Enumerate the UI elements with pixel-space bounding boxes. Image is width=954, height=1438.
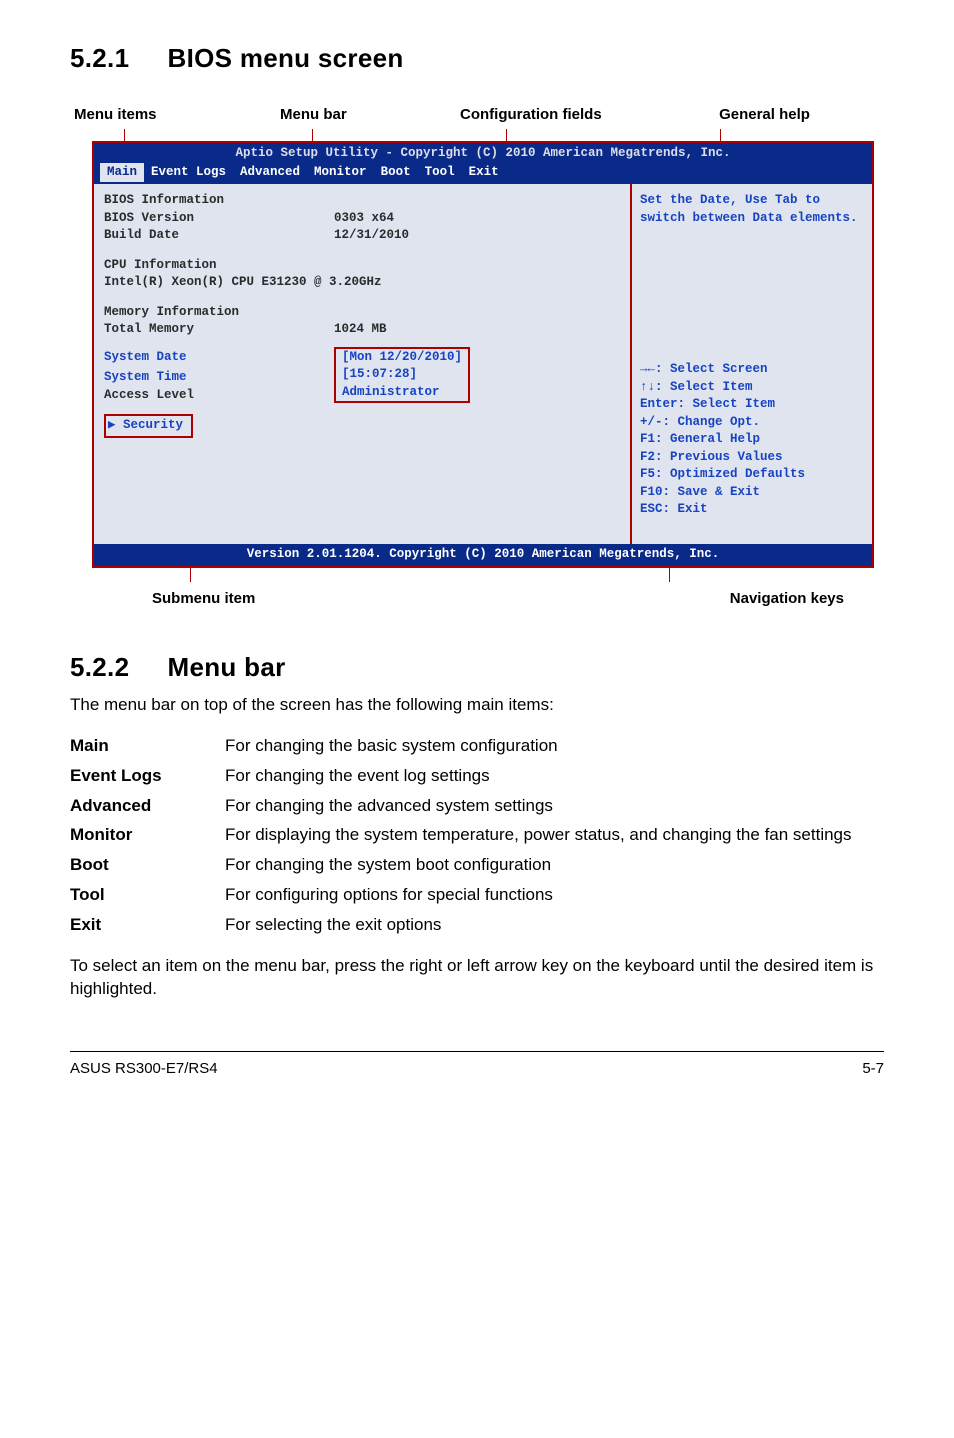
mb-key: Monitor (70, 820, 225, 850)
tab-event-logs[interactable]: Event Logs (144, 163, 233, 183)
tab-advanced[interactable]: Advanced (233, 163, 307, 183)
bios-left-pane: BIOS Information BIOS Version0303 x64 Bu… (94, 184, 632, 544)
nav-hint: F2: Previous Values (640, 449, 864, 467)
diagram-top-labels: Menu items Menu bar Configuration fields… (70, 104, 884, 125)
bios-diagram: Menu items Menu bar Configuration fields… (70, 104, 884, 609)
label-navigation-keys: Navigation keys (492, 588, 884, 609)
diagram-bottom-labels: Submenu item Navigation keys (92, 588, 884, 609)
bios-tabs: Main Event Logs Advanced Monitor Boot To… (100, 163, 866, 183)
table-row: ToolFor configuring options for special … (70, 880, 884, 910)
mb-key: Advanced (70, 791, 225, 821)
mb-val: For changing the advanced system setting… (225, 791, 884, 821)
bios-right-pane: Set the Date, Use Tab to switch between … (632, 184, 872, 544)
table-row: BootFor changing the system boot configu… (70, 850, 884, 880)
mb-val: For selecting the exit options (225, 910, 884, 940)
tab-main[interactable]: Main (100, 163, 144, 183)
callout-lines-bottom (92, 568, 884, 582)
tab-monitor[interactable]: Monitor (307, 163, 374, 183)
tab-exit[interactable]: Exit (462, 163, 506, 183)
menubar-intro: The menu bar on top of the screen has th… (70, 693, 884, 717)
mb-val: For configuring options for special func… (225, 880, 884, 910)
table-row: Event LogsFor changing the event log set… (70, 761, 884, 791)
system-time-val[interactable]: [15:07:28] (342, 367, 417, 381)
config-fields-box: [Mon 12/20/2010] [15:07:28] Administrato… (334, 347, 470, 404)
closing-paragraph: To select an item on the menu bar, press… (70, 954, 884, 1002)
mb-val: For changing the event log settings (225, 761, 884, 791)
mb-val: For displaying the system temperature, p… (225, 820, 884, 850)
mb-key: Boot (70, 850, 225, 880)
section-heading-521: 5.2.1 BIOS menu screen (70, 40, 884, 76)
bios-header: Aptio Setup Utility - Copyright (C) 2010… (94, 143, 872, 184)
mb-key: Main (70, 731, 225, 761)
section-title: BIOS menu screen (168, 43, 404, 73)
section-title: Menu bar (168, 652, 286, 682)
nav-hint: →←: Select Screen (640, 361, 864, 379)
label-config-fields: Configuration fields (460, 104, 645, 125)
nav-hint: F10: Save & Exit (640, 484, 864, 502)
mb-val: For changing the basic system configurat… (225, 731, 884, 761)
bios-version-key: BIOS Version (104, 210, 334, 228)
tab-tool[interactable]: Tool (418, 163, 462, 183)
menubar-table: MainFor changing the basic system config… (70, 731, 884, 940)
table-row: MonitorFor displaying the system tempera… (70, 820, 884, 850)
bios-window: Aptio Setup Utility - Copyright (C) 2010… (92, 141, 874, 568)
help-line-2: switch between Data elements. (640, 210, 864, 228)
nav-hint: ESC: Exit (640, 501, 864, 519)
total-memory-val: 1024 MB (334, 321, 387, 339)
section-heading-522: 5.2.2 Menu bar (70, 649, 884, 685)
system-time-key[interactable]: System Time (104, 369, 334, 387)
mb-key: Event Logs (70, 761, 225, 791)
bios-info-heading: BIOS Information (104, 192, 620, 210)
memory-info-heading: Memory Information (104, 304, 620, 322)
bios-body: BIOS Information BIOS Version0303 x64 Bu… (94, 184, 872, 544)
footer-right: 5-7 (862, 1058, 884, 1079)
table-row: ExitFor selecting the exit options (70, 910, 884, 940)
bios-utility-title: Aptio Setup Utility - Copyright (C) 2010… (100, 145, 866, 163)
section-number: 5.2.2 (70, 649, 160, 685)
label-menu-items: Menu items (70, 104, 280, 125)
system-date-val[interactable]: [Mon 12/20/2010] (342, 350, 462, 364)
table-row: AdvancedFor changing the advanced system… (70, 791, 884, 821)
section-number: 5.2.1 (70, 40, 160, 76)
nav-hint: Enter: Select Item (640, 396, 864, 414)
nav-hint: +/-: Change Opt. (640, 414, 864, 432)
nav-hint: ↑↓: Select Item (640, 379, 864, 397)
total-memory-key: Total Memory (104, 321, 334, 339)
bios-footer: Version 2.01.1204. Copyright (C) 2010 Am… (94, 544, 872, 566)
label-menu-bar: Menu bar (280, 104, 460, 125)
help-line-1: Set the Date, Use Tab to (640, 192, 864, 210)
tab-boot[interactable]: Boot (374, 163, 418, 183)
build-date-val: 12/31/2010 (334, 227, 409, 245)
label-general-help: General help (645, 104, 884, 125)
table-row: MainFor changing the basic system config… (70, 731, 884, 761)
submenu-security[interactable]: ▶ Security (104, 414, 193, 438)
nav-hint: F1: General Help (640, 431, 864, 449)
mb-key: Exit (70, 910, 225, 940)
access-level-val: Administrator (342, 385, 440, 399)
callout-lines-top (70, 129, 884, 141)
build-date-key: Build Date (104, 227, 334, 245)
mb-key: Tool (70, 880, 225, 910)
cpu-model: Intel(R) Xeon(R) CPU E31230 @ 3.20GHz (104, 274, 620, 292)
label-submenu-item: Submenu item (92, 588, 492, 609)
cpu-info-heading: CPU Information (104, 257, 620, 275)
bios-version-val: 0303 x64 (334, 210, 394, 228)
mb-val: For changing the system boot configurati… (225, 850, 884, 880)
footer-left: ASUS RS300-E7/RS4 (70, 1058, 218, 1079)
nav-hint: F5: Optimized Defaults (640, 466, 864, 484)
access-level-key: Access Level (104, 387, 334, 405)
page-footer: ASUS RS300-E7/RS4 5-7 (70, 1051, 884, 1079)
